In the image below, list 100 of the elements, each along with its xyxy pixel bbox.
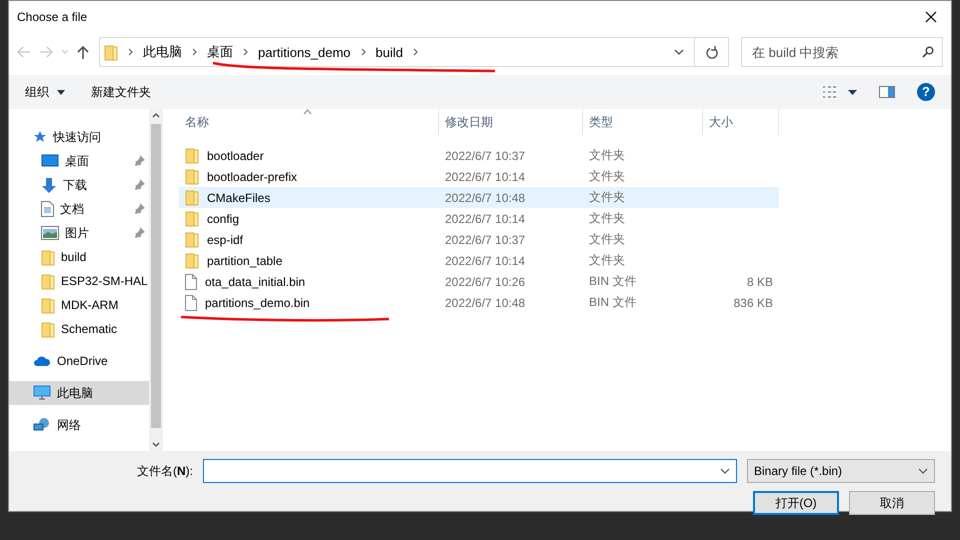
sidebar-item[interactable]: OneDrive [9,349,149,373]
folder-icon [41,296,55,314]
caret-icon [848,90,857,94]
new-folder-button[interactable]: 新建文件夹 [91,84,151,100]
column-header[interactable]: 大小 [703,109,779,135]
dropdown-icon [674,49,684,55]
file-name: bootloader-prefix [207,170,298,184]
file-name: bootloader [207,148,264,162]
file-type: 文件夹 [588,189,626,206]
file-name: config [207,212,240,226]
modified-date: 2022/6/7 10:14 [444,170,526,184]
breadcrumb[interactable]: 此电脑 [143,43,182,61]
file-type: BIN 文件 [588,273,638,290]
preview-pane-icon [879,86,895,98]
modified-date: 2022/6/7 10:48 [444,296,526,310]
file-row[interactable]: partition_table 2022/6/7 10:14 文件夹 [179,250,779,271]
column-header[interactable]: 类型 [583,109,703,135]
search-input[interactable]: 在 build 中搜索 [750,44,922,60]
sidebar-item[interactable]: 快速访问 [9,125,149,149]
picture-icon [41,226,59,240]
chevron-icon [243,48,248,56]
sidebar-item[interactable]: 下载 [9,173,149,197]
down-arrow-icon [41,176,57,194]
sidebar-item[interactable]: 网络 [9,413,149,437]
folder-icon [185,231,199,248]
dropdown-icon [720,468,730,474]
file-name: partition_table [207,254,282,268]
document-icon [41,201,54,217]
file-size: 836 KB [732,296,774,310]
computer-icon [33,385,51,401]
file-name: ota_data_initial.bin [205,274,306,288]
column-header[interactable]: 修改日期 [439,109,583,135]
file-row[interactable]: CMakeFiles 2022/6/7 10:48 文件夹 [179,187,779,208]
refresh-icon [706,46,718,58]
open-button[interactable]: 打开(O) [753,491,839,515]
file-type: 文件夹 [588,168,626,185]
cancel-button[interactable]: 取消 [849,491,935,515]
folder-icon [185,147,199,164]
modified-date: 2022/6/7 10:14 [444,212,526,226]
sidebar-item[interactable]: build [9,245,149,269]
scroll-up-icon [152,113,160,118]
file-name: partitions_demo.bin [205,296,310,310]
caret-icon [57,90,65,94]
file-icon [185,274,197,290]
file-name-field[interactable] [203,459,737,483]
search-field[interactable]: 在 build 中搜索 [741,37,943,67]
file-name-label: 文件名(N): [136,462,193,480]
preview-pane-button[interactable] [879,86,895,98]
file-type: 文件夹 [588,231,626,248]
file-row[interactable]: partitions_demo.bin 2022/6/7 10:48 BIN 文件 836 KB [179,292,779,313]
chevron-icon [128,48,133,56]
breadcrumb[interactable]: build [376,44,403,60]
folder-icon [185,189,199,206]
sidebar-item[interactable]: 文档 [9,197,149,221]
help-button[interactable]: ? [917,83,935,101]
file-type-dropdown[interactable]: Binary file (*.bin) [747,459,935,483]
file-type: 文件夹 [588,210,626,227]
chevron-icon [360,48,366,56]
sidebar-item[interactable]: Schematic [9,317,149,341]
sidebar-item[interactable]: 桌面 [9,149,149,173]
sidebar-item[interactable]: 图片 [9,221,149,245]
column-header[interactable]: 名称 [179,109,439,135]
file-icon [185,294,197,310]
cloud-icon [33,355,51,367]
sort-caret-icon [303,109,312,115]
modified-date: 2022/6/7 10:37 [444,232,526,246]
file-row[interactable]: ota_data_initial.bin 2022/6/7 10:26 BIN 文件 8 KB [179,271,779,292]
folder-icon [185,168,199,185]
folder-icon [41,320,55,338]
search-icon [922,46,934,58]
folder-icon [185,210,199,227]
organize-menu[interactable]: 组织 [25,84,65,100]
file-name: esp-idf [207,232,244,246]
sidebar-item[interactable]: ESP32-SM-HAL [9,269,149,293]
address-bar[interactable]: 此电脑 桌面 partitions_demo build [99,37,729,67]
modified-date: 2022/6/7 10:26 [444,274,526,288]
scrollbar[interactable] [149,109,163,451]
monitor-icon [41,154,59,168]
file-row[interactable]: esp-idf 2022/6/7 10:37 文件夹 [179,229,779,250]
file-row[interactable]: bootloader-prefix 2022/6/7 10:14 文件夹 [179,166,779,187]
chevron-icon [412,48,418,56]
file-type: BIN 文件 [588,294,638,311]
sidebar-item[interactable]: 此电脑 [9,381,149,405]
window-title: Choose a file [17,10,88,24]
breadcrumb[interactable]: partitions_demo [258,44,350,60]
up-button[interactable] [77,45,89,59]
folder-icon [185,252,199,269]
breadcrumb[interactable]: 桌面 [207,43,233,61]
file-row[interactable]: config 2022/6/7 10:14 文件夹 [179,208,779,229]
chevron-icon [192,48,197,56]
file-size: 8 KB [746,274,774,288]
close-icon [925,11,937,23]
file-name: CMakeFiles [207,190,270,204]
view-options-button[interactable] [822,86,857,98]
sidebar-item[interactable]: MDK-ARM [9,293,149,317]
modified-date: 2022/6/7 10:14 [444,254,526,268]
folder-icon [41,248,55,266]
file-row[interactable]: bootloader 2022/6/7 10:37 文件夹 [179,145,779,166]
modified-date: 2022/6/7 10:48 [444,190,526,204]
folder-icon [104,44,118,60]
